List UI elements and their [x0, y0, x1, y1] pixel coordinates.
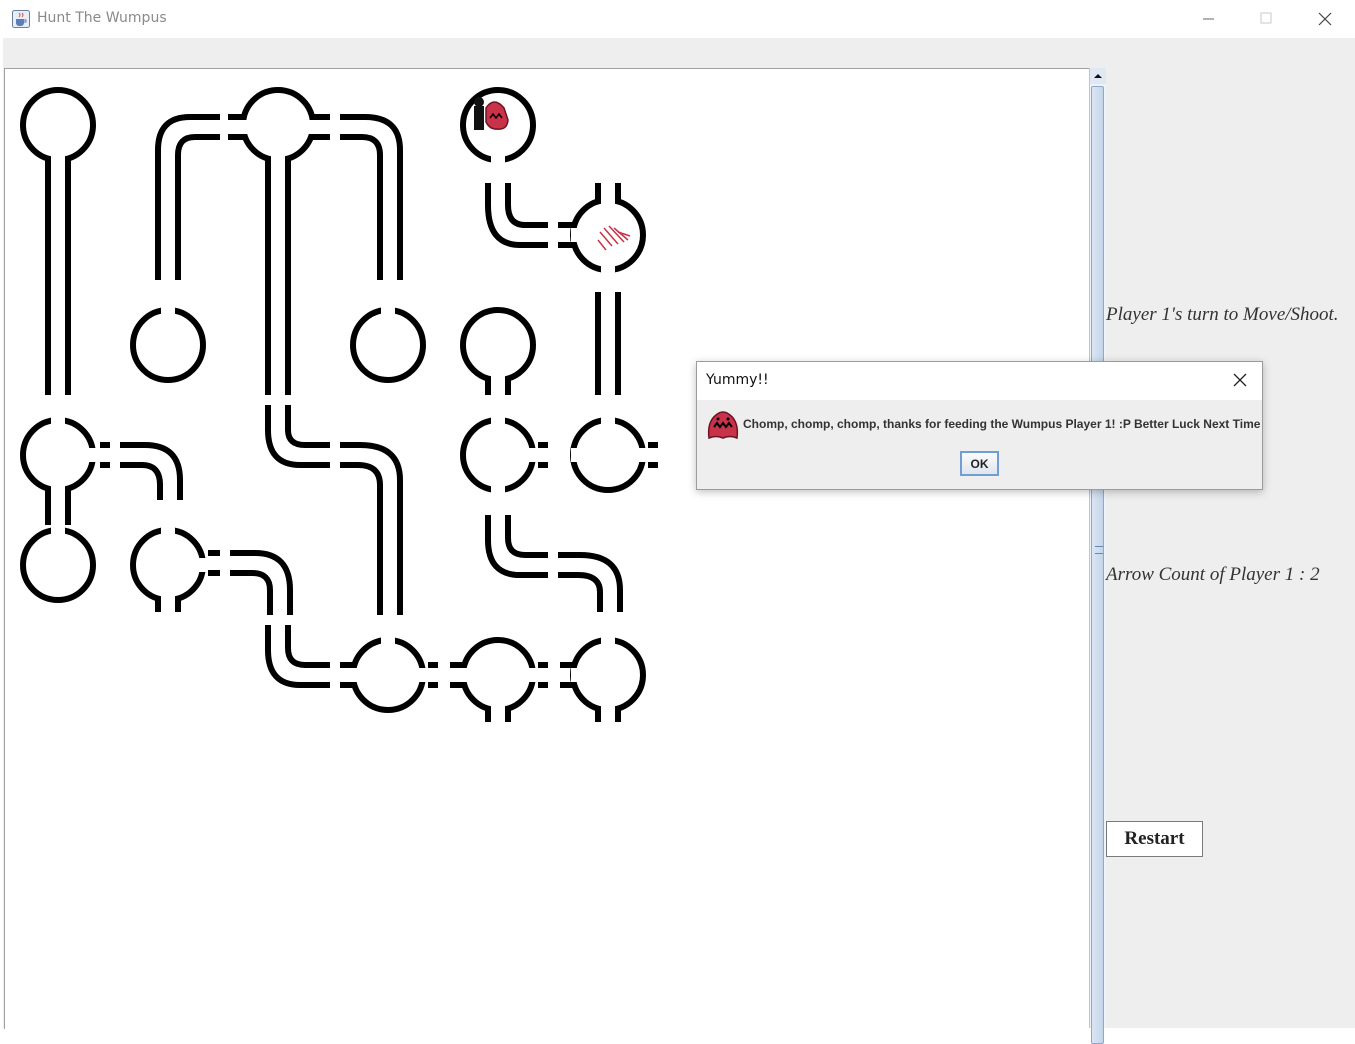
dialog-body: Chomp, chomp, chomp, thanks for feeding … — [697, 400, 1262, 489]
turn-label: Player 1's turn to Move/Shoot. — [1106, 304, 1339, 325]
room[interactable] — [350, 637, 426, 713]
close-icon[interactable] — [1218, 362, 1262, 398]
ok-button[interactable]: OK — [960, 451, 999, 476]
room[interactable] — [460, 307, 536, 383]
room[interactable] — [20, 527, 96, 603]
room[interactable] — [20, 417, 96, 493]
room[interactable] — [350, 307, 426, 383]
scroll-thumb[interactable] — [1091, 86, 1104, 1044]
close-icon[interactable] — [1296, 0, 1354, 38]
message-dialog: Yummy!! Chomp, chomp, chomp, thanks for … — [696, 361, 1263, 490]
room[interactable] — [130, 527, 206, 603]
dialog-message: Chomp, chomp, chomp, thanks for feeding … — [743, 417, 1261, 431]
room[interactable] — [240, 87, 316, 163]
rooms — [20, 87, 646, 713]
room[interactable] — [460, 417, 536, 493]
arrow-count-label: Arrow Count of Player 1 : 2 — [1106, 564, 1320, 585]
room[interactable] — [570, 417, 646, 493]
wumpus-icon — [707, 411, 739, 440]
dialog-title: Yummy!! — [706, 372, 769, 388]
board-scrollbar[interactable] — [1089, 68, 1106, 1044]
restart-button[interactable]: Restart — [1106, 821, 1203, 857]
room[interactable] — [570, 197, 646, 273]
room[interactable] — [130, 307, 206, 383]
room[interactable] — [20, 87, 96, 163]
room[interactable] — [570, 637, 646, 713]
room[interactable] — [460, 637, 536, 713]
maximize-icon[interactable] — [1238, 0, 1296, 38]
minimize-icon[interactable] — [1180, 0, 1238, 38]
cave-map[interactable] — [0, 0, 1090, 1028]
scroll-up-icon[interactable] — [1090, 68, 1106, 84]
tunnels — [45, 114, 658, 722]
doorways — [51, 120, 647, 714]
grip-icon — [1095, 546, 1103, 554]
